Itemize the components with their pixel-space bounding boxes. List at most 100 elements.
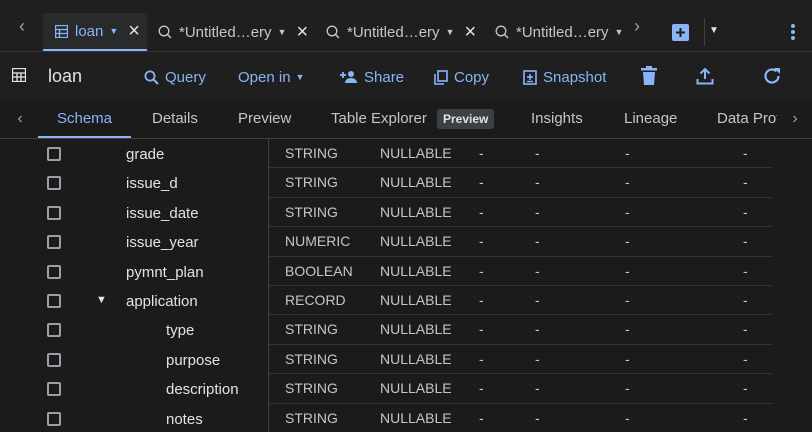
tab-details[interactable]: Details: [152, 100, 198, 138]
row-checkbox[interactable]: [47, 352, 61, 367]
tabs-scroll-right-icon[interactable]: ›: [627, 14, 647, 38]
tab-untitled-query-2[interactable]: *Untitled…ery ▼ ×: [325, 13, 477, 51]
snapshot-button[interactable]: Snapshot: [523, 66, 606, 88]
expand-caret-icon[interactable]: ▼: [96, 294, 107, 306]
empty-cell: -: [743, 380, 748, 397]
preview-badge: Preview: [437, 109, 495, 129]
field-type: STRING: [285, 350, 338, 367]
chevron-right-icon[interactable]: ›: [785, 108, 805, 130]
copy-button[interactable]: Copy: [434, 66, 489, 88]
field-type: STRING: [285, 203, 338, 220]
empty-cell: -: [479, 380, 484, 397]
table-row[interactable]: issue_date STRING NULLABLE - - - -: [0, 198, 772, 228]
chevron-down-icon[interactable]: ▼: [109, 26, 118, 36]
refresh-icon[interactable]: [760, 64, 784, 88]
table-row[interactable]: notes STRING NULLABLE - - - -: [0, 404, 772, 432]
tab-list-dropdown-icon[interactable]: ▼: [709, 25, 719, 36]
snapshot-button-label: Snapshot: [543, 68, 607, 86]
empty-cell: -: [625, 350, 630, 367]
open-in-button[interactable]: Open in ▼: [238, 66, 304, 88]
empty-cell: -: [535, 174, 540, 191]
close-icon[interactable]: ×: [296, 22, 308, 42]
copy-icon: [434, 69, 448, 85]
tab-data-profile[interactable]: Data Prof: [717, 100, 777, 138]
tab-table-explorer[interactable]: Table Explorer: [331, 100, 427, 138]
field-mode: NULLABLE: [380, 174, 452, 191]
tab-lineage[interactable]: Lineage: [624, 100, 677, 138]
field-name: description: [166, 381, 239, 399]
row-checkbox[interactable]: [47, 323, 61, 338]
add-tab-icon[interactable]: [672, 24, 689, 41]
chevron-down-icon: ▼: [295, 72, 305, 82]
table-row[interactable]: issue_year NUMERIC NULLABLE - - - -: [0, 227, 772, 257]
empty-cell: -: [535, 380, 540, 397]
row-checkbox[interactable]: [47, 382, 61, 397]
column-divider: [268, 139, 269, 432]
field-mode: NULLABLE: [380, 233, 452, 250]
empty-cell: -: [535, 145, 540, 161]
tab-schema[interactable]: Schema: [38, 100, 131, 138]
field-name: type: [166, 322, 195, 340]
tab-preview[interactable]: Preview: [238, 100, 291, 138]
table-row[interactable]: grade STRING NULLABLE - - - -: [0, 139, 772, 169]
empty-cell: -: [743, 203, 748, 220]
field-type: STRING: [285, 174, 338, 191]
scrollbar[interactable]: [800, 139, 812, 432]
row-checkbox[interactable]: [47, 147, 61, 161]
empty-cell: -: [479, 145, 484, 161]
tab-insights[interactable]: Insights: [531, 100, 583, 138]
query-icon: [325, 24, 341, 40]
tab-loan[interactable]: loan ▼ ×: [43, 13, 147, 51]
field-mode: NULLABLE: [380, 350, 452, 367]
tab-untitled-query-3[interactable]: *Untitled…ery ▼: [494, 13, 624, 51]
query-button[interactable]: Query: [144, 66, 206, 88]
tab-untitled-query-1[interactable]: *Untitled…ery ▼ ×: [157, 13, 309, 51]
field-mode: NULLABLE: [380, 145, 452, 161]
field-name: notes: [166, 410, 203, 428]
chevron-down-icon[interactable]: ▼: [615, 27, 624, 37]
tab-label: *Untitled…ery: [179, 23, 272, 41]
query-icon: [494, 24, 510, 40]
empty-cell: -: [625, 145, 630, 161]
tabs-scroll-left-icon[interactable]: ‹: [12, 14, 32, 38]
table-row[interactable]: ▼ application RECORD NULLABLE - - - -: [0, 286, 772, 316]
empty-cell: -: [479, 409, 484, 426]
add-person-icon: [340, 71, 357, 83]
field-name: application: [126, 293, 198, 310]
page-title: loan: [48, 66, 83, 86]
delete-icon[interactable]: [637, 64, 661, 88]
empty-cell: -: [535, 292, 540, 308]
table-row[interactable]: pymnt_plan BOOLEAN NULLABLE - - - -: [0, 257, 772, 286]
empty-cell: -: [625, 409, 630, 426]
row-checkbox[interactable]: [47, 205, 61, 220]
chevron-left-icon[interactable]: ‹: [10, 108, 30, 130]
table-row[interactable]: issue_d STRING NULLABLE - - - -: [0, 168, 772, 198]
empty-cell: -: [535, 262, 540, 279]
empty-cell: -: [535, 409, 540, 426]
share-button[interactable]: Share: [340, 66, 404, 88]
divider: [704, 18, 705, 46]
table-row[interactable]: type STRING NULLABLE - - - -: [0, 315, 772, 345]
field-name: issue_d: [126, 175, 178, 193]
close-icon[interactable]: ×: [464, 22, 476, 42]
table-row[interactable]: purpose STRING NULLABLE - - - -: [0, 345, 772, 375]
chevron-down-icon[interactable]: ▼: [278, 27, 287, 37]
empty-cell: -: [625, 233, 630, 250]
export-icon[interactable]: [693, 64, 717, 88]
table-row[interactable]: description STRING NULLABLE - - - -: [0, 374, 772, 404]
empty-cell: -: [625, 321, 630, 338]
row-checkbox[interactable]: [47, 294, 61, 308]
field-type: STRING: [285, 380, 338, 397]
empty-cell: -: [479, 233, 484, 250]
row-checkbox[interactable]: [47, 411, 61, 426]
query-button-label: Query: [165, 68, 206, 86]
row-checkbox[interactable]: [47, 176, 61, 191]
more-vert-icon[interactable]: [788, 22, 798, 42]
row-checkbox[interactable]: [47, 235, 61, 250]
row-checkbox[interactable]: [47, 264, 61, 279]
field-mode: NULLABLE: [380, 321, 452, 338]
chevron-down-icon[interactable]: ▼: [446, 27, 455, 37]
close-icon[interactable]: ×: [128, 21, 140, 41]
empty-cell: -: [743, 321, 748, 338]
schema-table: grade STRING NULLABLE - - - - issue_d STRING NULL…: [0, 139, 812, 432]
